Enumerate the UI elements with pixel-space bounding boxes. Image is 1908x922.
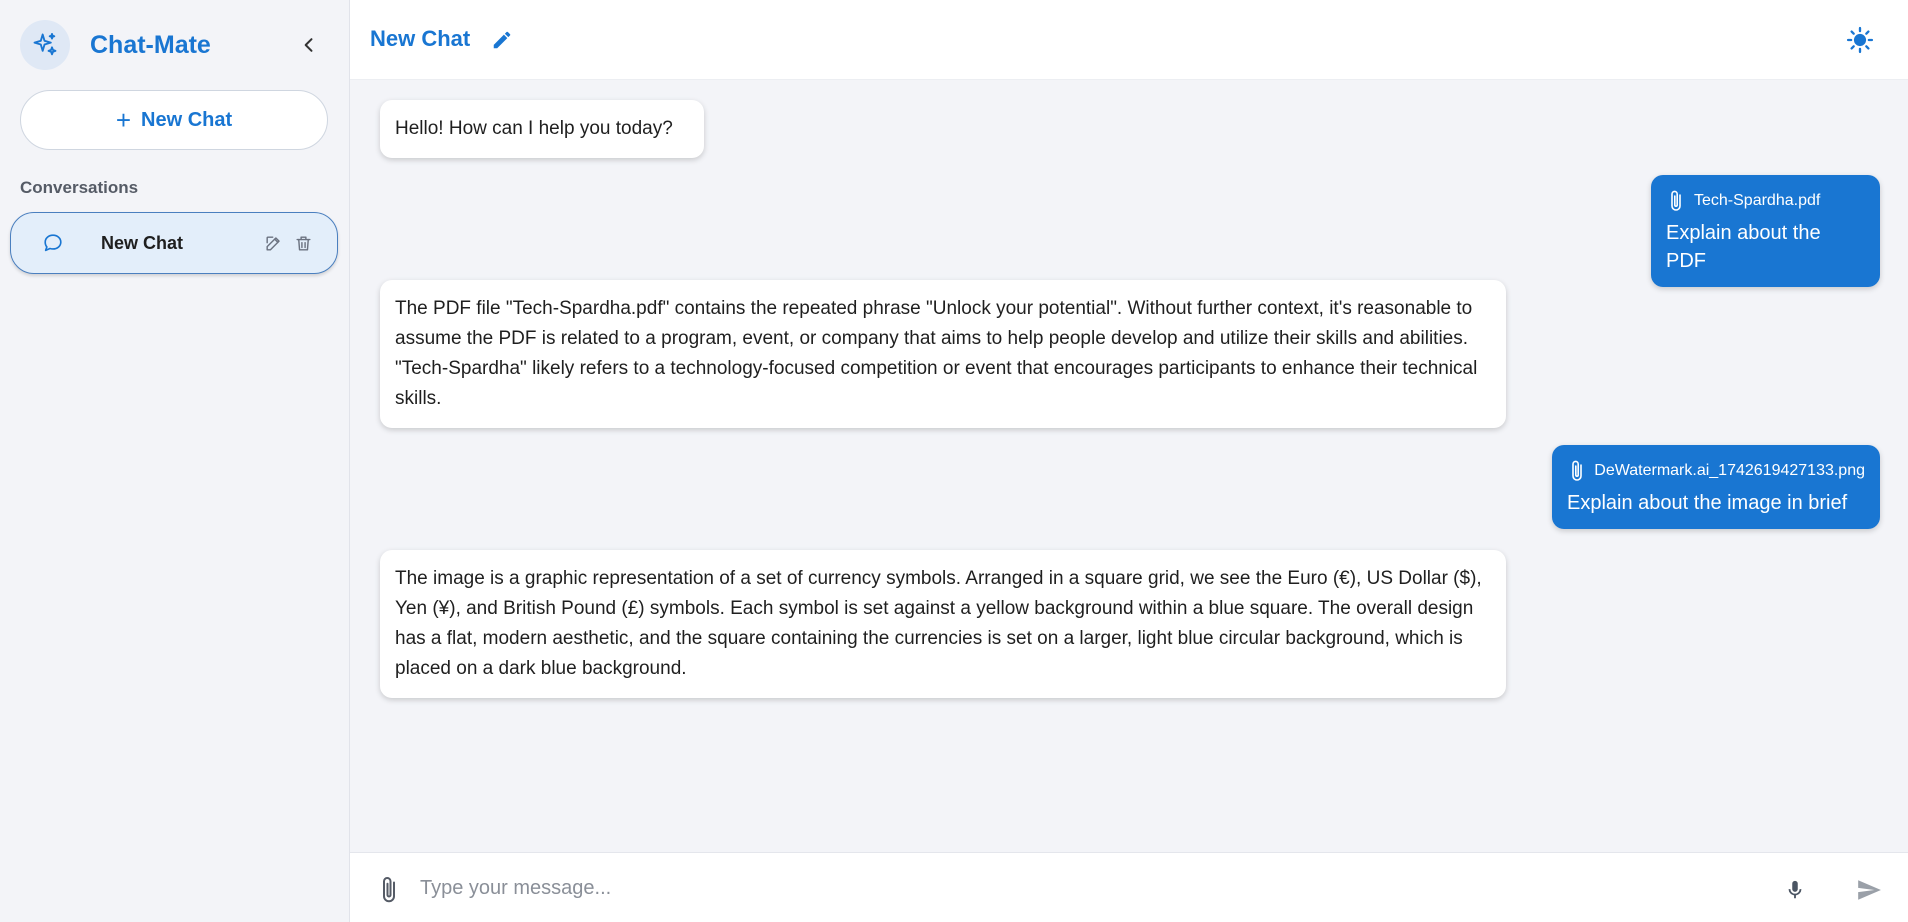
pencil-icon (493, 31, 511, 49)
plus-icon: + (115, 105, 132, 135)
bot-message: Hello! How can I help you today? (380, 100, 704, 158)
chat-title: New Chat (370, 26, 471, 51)
attachment-name: Tech-Spardha.pdf (1694, 192, 1821, 209)
conversations-heading: Conversations (20, 178, 139, 197)
pencil-icon (265, 235, 280, 251)
theme-toggle-button[interactable] (1844, 24, 1876, 56)
paperclip-icon (1666, 189, 1686, 213)
message-input[interactable] (420, 867, 1720, 909)
user-message: DeWatermark.ai_1742619427133.png Explain… (1552, 445, 1880, 529)
microphone-icon (1788, 880, 1802, 899)
attachment-chip[interactable]: Tech-Spardha.pdf (1666, 189, 1865, 213)
trash-icon (295, 235, 311, 251)
app-root: Chat-Mate + New Chat Conversations New C… (0, 0, 1908, 922)
brand: Chat-Mate (20, 20, 211, 70)
send-icon (1858, 880, 1881, 900)
chat-header: New Chat (350, 0, 1908, 80)
microphone-button[interactable] (1782, 875, 1808, 905)
collapse-sidebar-button[interactable] (296, 30, 322, 60)
message-composer (350, 852, 1908, 922)
sparkles-icon (20, 20, 70, 70)
chat-main: New Chat Hello! How can I help you today… (350, 0, 1908, 922)
user-message: Tech-Spardha.pdf Explain about the PDF (1651, 175, 1880, 287)
send-button[interactable] (1852, 875, 1886, 905)
paperclip-icon (383, 877, 395, 903)
paperclip-icon (1567, 459, 1586, 483)
message-text: Explain about the PDF (1666, 222, 1821, 272)
sidebar: Chat-Mate + New Chat Conversations New C… (0, 0, 350, 922)
chevron-left-icon (304, 38, 313, 52)
message-text: The image is a graphic representation of… (395, 568, 1482, 679)
delete-conversation-button[interactable] (291, 231, 315, 255)
attachment-chip[interactable]: DeWatermark.ai_1742619427133.png (1567, 459, 1865, 483)
edit-title-button[interactable] (489, 27, 515, 53)
bot-message: The PDF file "Tech-Spardha.pdf" contains… (380, 280, 1506, 428)
chat-bubble-icon (41, 231, 65, 255)
edit-conversation-button[interactable] (261, 231, 285, 255)
message-text: Hello! How can I help you today? (395, 118, 673, 139)
sun-icon (1846, 26, 1874, 54)
message-text: Explain about the image in brief (1567, 492, 1848, 514)
attachment-name: DeWatermark.ai_1742619427133.png (1594, 462, 1865, 479)
conversation-label: New Chat (101, 232, 184, 253)
app-name: Chat-Mate (90, 30, 211, 59)
message-text: The PDF file "Tech-Spardha.pdf" contains… (395, 298, 1478, 409)
new-chat-label: New Chat (141, 108, 233, 131)
new-chat-button[interactable]: + New Chat (20, 90, 328, 150)
bot-message: The image is a graphic representation of… (380, 550, 1506, 698)
conversation-item[interactable]: New Chat (10, 212, 338, 274)
attach-file-button[interactable] (374, 873, 404, 907)
